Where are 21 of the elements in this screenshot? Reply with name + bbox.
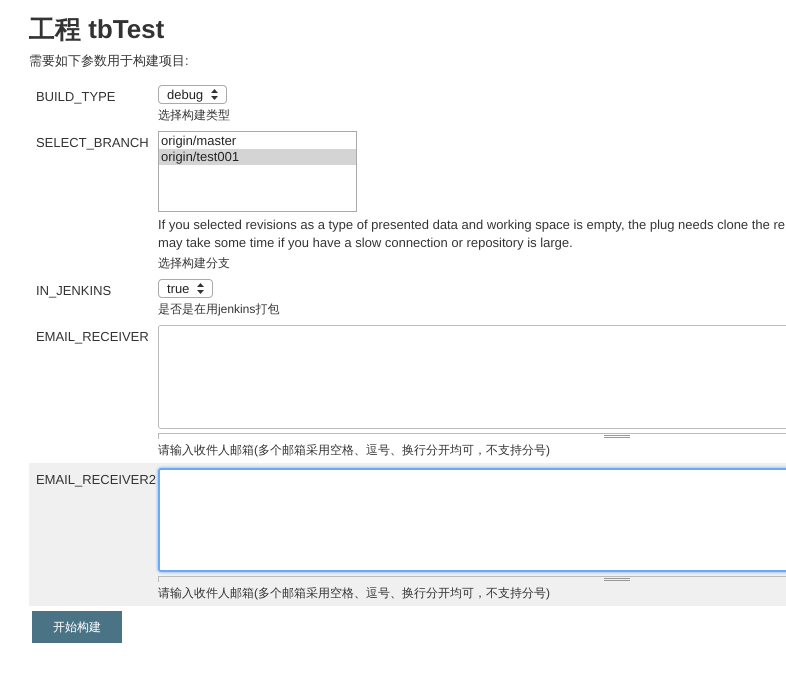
page-title: 工程 tbTest — [29, 14, 166, 44]
parameter-label: SELECT_BRANCH — [36, 135, 149, 150]
parameter-label: EMAIL_RECEIVER — [36, 329, 149, 344]
submit-button[interactable]: 开始构建 — [32, 611, 122, 643]
help-text: 选择构建分支 — [158, 255, 230, 272]
help-text: 请输入收件人邮箱(多个邮箱采用空格、逗号、换行分开均可，不支持分号) — [158, 585, 550, 602]
help-text: 选择构建类型 — [158, 107, 230, 124]
list-option[interactable]: origin/test001 — [159, 149, 356, 165]
branch-listbox[interactable]: origin/master origin/test001 — [158, 131, 357, 212]
parameter-label: BUILD_TYPE — [36, 89, 116, 104]
help-text: 请输入收件人邮箱(多个邮箱采用空格、逗号、换行分开均可，不支持分号) — [158, 442, 550, 459]
list-option[interactable]: origin/master — [159, 133, 356, 149]
stepper-arrows-icon — [197, 283, 204, 294]
intro-text: 需要如下参数用于构建项目: — [29, 52, 190, 70]
select-dropdown[interactable]: debug — [158, 85, 228, 104]
stepper-arrows-icon — [211, 89, 218, 100]
help-text: 是否是在用jenkins打包 — [158, 301, 280, 318]
parameter-label: IN_JENKINS — [36, 283, 112, 298]
parameter-label: EMAIL_RECEIVER2 — [36, 472, 156, 487]
description-text: If you selected revisions as a type of presented data and working space is empty, the plug needs clone the re may take some time if you have a slow connection or repository is large. — [158, 216, 786, 252]
select-dropdown[interactable]: true — [158, 279, 214, 298]
